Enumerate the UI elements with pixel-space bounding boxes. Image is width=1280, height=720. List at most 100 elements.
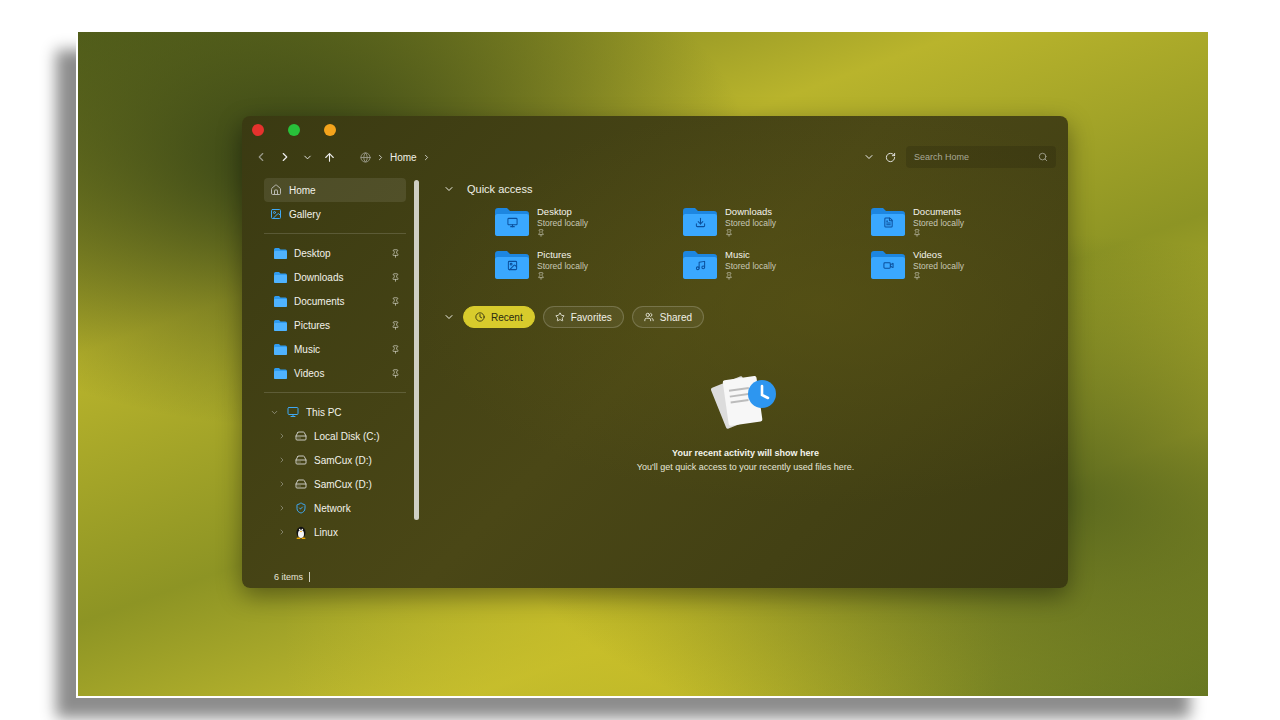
separator-icon (376, 153, 385, 162)
tab[interactable]: Favorites (543, 306, 624, 328)
chevron-down-icon (863, 151, 875, 163)
pin-icon (725, 272, 733, 280)
folder-icon (274, 248, 287, 259)
sidebar-tree-item[interactable]: Local Disk (C:) (264, 424, 406, 448)
recent-files-icon (706, 368, 786, 434)
sidebar-item[interactable]: Videos (264, 361, 406, 385)
desktop-wallpaper: HomeSearch HomeHomeGalleryDesktopDownloa… (76, 30, 1210, 698)
close-button[interactable] (252, 124, 264, 136)
sidebar-item[interactable]: Home (264, 178, 406, 202)
up-button[interactable] (323, 151, 336, 164)
sidebar-tree-item[interactable]: Network (264, 496, 406, 520)
location-icon (360, 152, 371, 163)
refresh-icon (885, 152, 896, 163)
item-count: 6 items (274, 572, 303, 582)
folder-glyph-icon (883, 260, 894, 271)
sidebar-tree-item[interactable]: SamCux (D:) (264, 472, 406, 496)
pictures-folder-icon (495, 251, 529, 279)
navigation-bar: Home Search Home (242, 140, 1068, 174)
sidebar-item[interactable]: Downloads (264, 265, 406, 289)
file-explorer-window: HomeSearch HomeHomeGalleryDesktopDownloa… (242, 116, 1068, 588)
sidebar-tree-item[interactable]: Linux (264, 520, 406, 544)
status-bar: 6 items (264, 568, 406, 582)
search-field[interactable]: Search Home (906, 146, 1056, 168)
forward-icon (278, 150, 292, 164)
pin-icon (391, 249, 400, 258)
gallery-icon (270, 208, 282, 220)
title-bar (242, 116, 1068, 140)
divider (264, 392, 406, 393)
folder-glyph-icon (883, 217, 894, 228)
sidebar-tree-item[interactable]: This PC (264, 400, 406, 424)
collapsed-icon (278, 504, 286, 512)
folder-icon (274, 272, 287, 283)
maximize-button[interactable] (288, 124, 300, 136)
breadcrumb[interactable]: Home (360, 152, 431, 163)
navigation-pane: HomeGallery DesktopDownloadsDocumentsPict… (242, 174, 414, 588)
folder-icon (274, 320, 287, 331)
quick-access-item[interactable]: DownloadsStored locally (683, 206, 871, 237)
empty-text: You'll get quick access to your recently… (637, 462, 855, 472)
collapsed-icon (278, 480, 286, 488)
pin-icon (391, 297, 400, 306)
tab[interactable]: Recent (463, 306, 535, 328)
pin-icon (537, 229, 545, 237)
pin-icon (913, 229, 921, 237)
scrollbar[interactable] (414, 180, 419, 520)
content-pane: Quick access DesktopStored locallyDownloa… (419, 174, 1068, 588)
folder-glyph-icon (507, 260, 518, 271)
videos-folder-icon (871, 251, 905, 279)
disk-icon (295, 478, 307, 490)
sidebar-item[interactable]: Pictures (264, 313, 406, 337)
clock-icon (475, 312, 485, 322)
separator-icon (422, 153, 431, 162)
pin-icon (391, 273, 400, 282)
minimize-button[interactable] (324, 124, 336, 136)
folder-icon (274, 344, 287, 355)
chevron-down-icon (302, 152, 313, 163)
tab[interactable]: Shared (632, 306, 704, 328)
folder-glyph-icon (695, 260, 706, 271)
star-icon (555, 312, 565, 322)
screen: HomeSearch HomeHomeGalleryDesktopDownloa… (0, 0, 1280, 720)
address-dropdown-button[interactable] (863, 151, 875, 163)
penguin-icon (295, 526, 307, 539)
sidebar-item[interactable]: Documents (264, 289, 406, 313)
music-folder-icon (683, 251, 717, 279)
disk-icon (295, 454, 307, 466)
quick-access-item[interactable]: DocumentsStored locally (871, 206, 1059, 237)
downloads-folder-icon (683, 208, 717, 236)
pin-icon (391, 369, 400, 378)
expanded-icon (270, 408, 279, 417)
shared-icon (644, 312, 654, 322)
back-icon (254, 150, 268, 164)
pin-icon (391, 321, 400, 330)
folder-glyph-icon (695, 217, 706, 228)
pin-icon (913, 272, 921, 280)
quick-access-header[interactable]: Quick access (443, 178, 1048, 200)
forward-button[interactable] (278, 150, 292, 164)
search-icon (1038, 152, 1048, 162)
sidebar-item[interactable]: Music (264, 337, 406, 361)
breadcrumb-item[interactable]: Home (390, 152, 417, 163)
collapsed-icon (278, 456, 286, 464)
expanded-icon (443, 311, 455, 323)
desktop-folder-icon (495, 208, 529, 236)
back-button[interactable] (254, 150, 268, 164)
sidebar-tree-item[interactable]: SamCux (D:) (264, 448, 406, 472)
quick-access-item[interactable]: DesktopStored locally (495, 206, 683, 237)
computer-icon (287, 406, 299, 418)
folder-glyph-icon (507, 217, 518, 228)
quick-access-item[interactable]: MusicStored locally (683, 249, 871, 280)
pin-icon (391, 345, 400, 354)
quick-access-item[interactable]: VideosStored locally (871, 249, 1059, 280)
folder-icon (274, 368, 287, 379)
quick-access-item[interactable]: PicturesStored locally (495, 249, 683, 280)
empty-state: Your recent activity will show hereYou'l… (443, 368, 1048, 472)
refresh-button[interactable] (885, 152, 896, 163)
sidebar-item[interactable]: Gallery (264, 202, 406, 226)
pin-icon (537, 272, 545, 280)
sidebar-item[interactable]: Desktop (264, 241, 406, 265)
history-button[interactable] (302, 152, 313, 163)
expanded-icon (443, 183, 455, 195)
